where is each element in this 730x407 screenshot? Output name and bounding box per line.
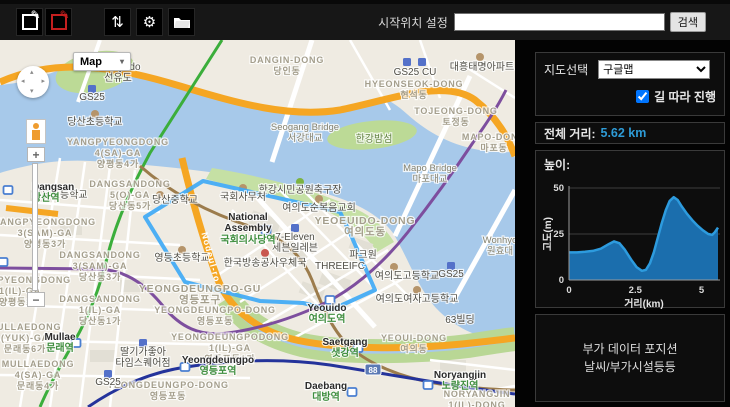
zoom-out-button[interactable]: − [27, 292, 45, 307]
pan-up-icon[interactable]: ▴ [30, 69, 34, 76]
search-label: 시작위치 설정 [378, 14, 448, 31]
map-label: 영등포역 [200, 364, 237, 377]
extra-panel-line2: 날씨/부가시설등등 [584, 358, 676, 376]
map-options-panel: 지도선택 구글맵 길 따라 진행 [535, 52, 725, 116]
station-marker [0, 258, 8, 266]
map-label: THREEIFC [315, 261, 365, 272]
chevron-down-icon: ▾ [120, 57, 124, 66]
map-label: Saetgang [322, 337, 367, 348]
total-distance-panel: 전체 거리: 5.62 km [535, 122, 725, 144]
map-label: 당산중학교 [152, 194, 198, 206]
svg-text:25: 25 [553, 229, 564, 240]
svg-text:0: 0 [559, 275, 564, 286]
map-label: Mullae [44, 332, 76, 343]
map-label: 대방역 [312, 390, 340, 403]
pan-left-icon[interactable]: ◂ [21, 78, 25, 85]
map-label: NationalAssembly [224, 212, 272, 234]
map-label: GS25 [79, 92, 105, 103]
station-marker [4, 186, 13, 194]
map-label: 국회의사당역 [220, 233, 275, 246]
total-distance-value: 5.62 km [601, 126, 647, 140]
svg-text:5: 5 [699, 285, 705, 296]
svg-text:2.5: 2.5 [629, 285, 643, 296]
follow-road-label: 길 따라 진행 [654, 88, 716, 105]
map-type-label: Map [80, 56, 102, 68]
map-label: 문래역 [46, 341, 74, 354]
map-label: 당산초등학교 [67, 116, 122, 128]
zoom-in-button[interactable]: + [27, 147, 45, 162]
map-label: GS25 CU [394, 67, 437, 78]
map-type-control[interactable]: Map ▾ [73, 52, 131, 71]
elevation-chart: 0 25 50 0 2.5 5 거리(km) 고도(m) [542, 176, 724, 310]
folder-icon [174, 16, 190, 28]
map-label: Yeongdeungpo [182, 355, 254, 366]
station-marker [348, 388, 357, 396]
elevation-label: 높이: [544, 158, 570, 172]
top-toolbar: ✎ ✎ ⇅ ⚙ 시작위치 설정 검색 [0, 0, 730, 40]
extra-data-panel: 부가 데이터 포지션 날씨/부가시설등등 [535, 314, 725, 402]
total-distance-label: 전체 거리: [544, 125, 596, 142]
pan-right-icon[interactable]: ▸ [41, 78, 45, 85]
settings-button[interactable]: ⚙ [136, 8, 163, 36]
map-type-select[interactable]: 구글맵 [598, 60, 710, 79]
map-label: 63빌딩 [445, 314, 475, 326]
edit-route-active-button[interactable]: ✎ [45, 8, 72, 36]
map-label: 영등초등학교 [154, 252, 209, 264]
swap-direction-button[interactable]: ⇅ [104, 8, 131, 36]
map-label: 한강밤섬 [356, 133, 393, 145]
map-label: 국회사무처 [220, 191, 266, 203]
map-label: 7-Eleven세븐일레븐 [272, 232, 318, 254]
swap-vertical-icon: ⇅ [111, 15, 124, 30]
map-label: 여의도역 [309, 312, 346, 325]
map-label: 여의도여자고등학교 [376, 293, 459, 305]
edit-white-icon: ✎ [22, 14, 38, 30]
map-viewport[interactable]: 88 DANGIN-DONG당인동HYEONSEOK-DONG현석동TOJEON… [0, 40, 515, 407]
map-label: Wonhyo원효대 [483, 235, 515, 257]
map-label: 여의도고등학교 [375, 270, 439, 282]
start-position-input[interactable] [454, 13, 665, 31]
map-label: Dangsan [32, 182, 74, 193]
pan-control[interactable]: ▴ ▾ ◂ ▸ [17, 66, 49, 98]
sidebar: 지도선택 구글맵 길 따라 진행 전체 거리: 5.62 km 높이: 0 25 5… [515, 40, 730, 407]
gear-icon: ⚙ [143, 15, 156, 30]
svg-text:50: 50 [553, 183, 564, 194]
map-label: 파크원 [349, 249, 377, 261]
edit-route-button[interactable]: ✎ [16, 8, 43, 36]
zoom-slider[interactable] [32, 163, 38, 291]
pegman-icon [32, 123, 40, 140]
map-label: GS25 [95, 377, 121, 388]
map-label: 딸기가좋아타임스퀘어점 [115, 346, 170, 369]
extra-panel-line1: 부가 데이터 포지션 [583, 340, 678, 358]
map-label: 한강시민공원축구장 [259, 184, 342, 196]
search-button[interactable]: 검색 [670, 12, 706, 32]
map-label: Daebang [305, 381, 347, 392]
station-marker [424, 381, 433, 389]
map-canvas: 88 DANGIN-DONG당인동HYEONSEOK-DONG현석동TOJEON… [0, 40, 515, 407]
svg-text:88: 88 [369, 366, 378, 375]
map-label: GS25 [438, 269, 464, 280]
map-label: 샛강역 [331, 346, 359, 359]
svg-text:고도(m): 고도(m) [542, 217, 554, 251]
map-label: Noryangjin [434, 370, 486, 381]
map-select-label: 지도선택 [544, 61, 588, 78]
pegman-control[interactable] [26, 119, 46, 144]
svg-text:0: 0 [566, 285, 571, 296]
map-label: 노량진역 [442, 379, 479, 392]
elevation-panel: 높이: 0 25 50 0 2.5 5 거리(km) 고도(m) [535, 150, 725, 308]
map-label: Yeouido [308, 303, 347, 314]
follow-road-checkbox[interactable] [636, 90, 649, 103]
map-label: 대흥태명아파트 [450, 60, 514, 73]
map-label: 여의도순복음교회 [282, 202, 356, 214]
pan-down-icon[interactable]: ▾ [30, 88, 34, 95]
svg-text:거리(km): 거리(km) [624, 297, 664, 310]
edit-red-icon: ✎ [51, 14, 67, 30]
load-button[interactable] [168, 8, 195, 36]
map-label: 한국방송공사우체국 [224, 257, 307, 269]
